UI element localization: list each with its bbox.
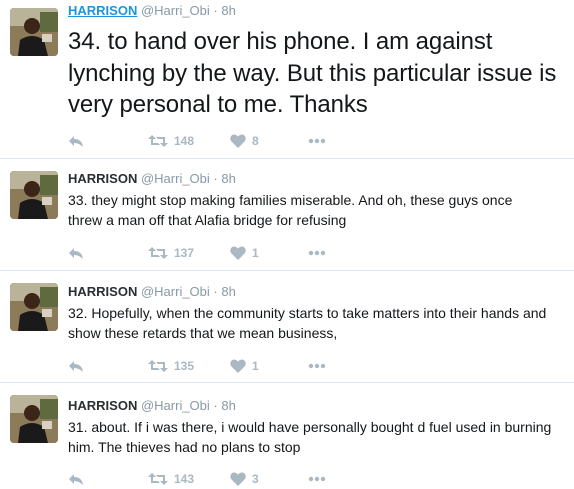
author-name[interactable]: HARRISON — [68, 284, 137, 299]
retweet-icon — [148, 360, 168, 372]
tweet[interactable]: HARRISON @Harri_Obi · 8h 32. Hopefully, … — [0, 271, 574, 381]
more-button[interactable] — [308, 131, 326, 151]
heart-icon — [230, 246, 246, 260]
more-icon — [308, 476, 326, 482]
reply-button[interactable] — [68, 243, 84, 263]
reply-icon — [69, 248, 83, 259]
timestamp[interactable]: 8h — [221, 284, 235, 299]
like-button[interactable]: 1 — [230, 243, 259, 263]
timestamp[interactable]: 8h — [221, 398, 235, 413]
avatar[interactable] — [10, 395, 58, 443]
tweet-header: HARRISON @Harri_Obi · 8h — [68, 3, 236, 18]
separator: · — [213, 284, 218, 299]
more-button[interactable] — [308, 356, 326, 376]
retweet-count: 137 — [174, 246, 195, 260]
author-handle[interactable]: @Harri_Obi — [141, 3, 210, 18]
author-handle[interactable]: @Harri_Obi — [141, 398, 210, 413]
tweet-text: 31. about. If i was there, i would have … — [68, 419, 552, 455]
reply-icon — [69, 136, 83, 147]
more-icon — [308, 138, 326, 144]
heart-icon — [230, 359, 246, 373]
tweet-actions: 143 3 — [68, 469, 368, 489]
tweet-text: 32. Hopefully, when the community starts… — [68, 305, 547, 341]
separator: · — [213, 398, 218, 413]
avatar[interactable] — [10, 171, 58, 219]
more-button[interactable] — [308, 469, 326, 489]
avatar[interactable] — [10, 8, 58, 56]
avatar[interactable] — [10, 283, 58, 331]
author-name[interactable]: HARRISON — [68, 3, 137, 18]
separator: · — [213, 3, 218, 18]
like-button[interactable]: 8 — [230, 131, 259, 151]
timestamp[interactable]: 8h — [221, 171, 235, 186]
more-icon — [308, 363, 326, 369]
tweet-header: HARRISON @Harri_Obi · 8h — [68, 171, 236, 186]
separator: · — [213, 171, 218, 186]
reply-button[interactable] — [68, 131, 84, 151]
reply-button[interactable] — [68, 356, 84, 376]
tweet-actions: 135 1 — [68, 356, 368, 376]
retweet-button[interactable]: 143 — [148, 469, 194, 489]
like-button[interactable]: 3 — [230, 469, 259, 489]
tweet[interactable]: HARRISON @Harri_Obi · 8h 34. to hand ove… — [0, 0, 574, 158]
tweet[interactable]: HARRISON @Harri_Obi · 8h 33. they might … — [0, 159, 574, 269]
timestamp[interactable]: 8h — [221, 3, 235, 18]
retweet-button[interactable]: 135 — [148, 356, 194, 376]
tweet-text: 33. they might stop making families mise… — [68, 192, 513, 228]
retweet-icon — [148, 247, 168, 259]
author-name[interactable]: HARRISON — [68, 398, 137, 413]
retweet-button[interactable]: 148 — [148, 131, 194, 151]
reply-icon — [69, 361, 83, 372]
like-count: 1 — [252, 246, 259, 260]
author-name[interactable]: HARRISON — [68, 171, 137, 186]
more-button[interactable] — [308, 243, 326, 263]
more-icon — [308, 250, 326, 256]
tweet-actions: 137 1 — [68, 243, 368, 263]
heart-icon — [230, 134, 246, 148]
like-count: 8 — [252, 134, 259, 148]
like-button[interactable]: 1 — [230, 356, 259, 376]
author-handle[interactable]: @Harri_Obi — [141, 284, 210, 299]
retweet-icon — [148, 135, 168, 147]
tweet-actions: 148 8 — [68, 131, 368, 151]
retweet-button[interactable]: 137 — [148, 243, 194, 263]
retweet-count: 135 — [174, 359, 195, 373]
retweet-count: 148 — [174, 134, 195, 148]
reply-button[interactable] — [68, 469, 84, 489]
tweet-header: HARRISON @Harri_Obi · 8h — [68, 284, 236, 299]
tweet[interactable]: HARRISON @Harri_Obi · 8h 31. about. If i… — [0, 383, 574, 486]
like-count: 1 — [252, 359, 259, 373]
author-handle[interactable]: @Harri_Obi — [141, 171, 210, 186]
tweet-text: 34. to hand over his phone. I am against… — [68, 28, 557, 118]
tweet-header: HARRISON @Harri_Obi · 8h — [68, 398, 236, 413]
